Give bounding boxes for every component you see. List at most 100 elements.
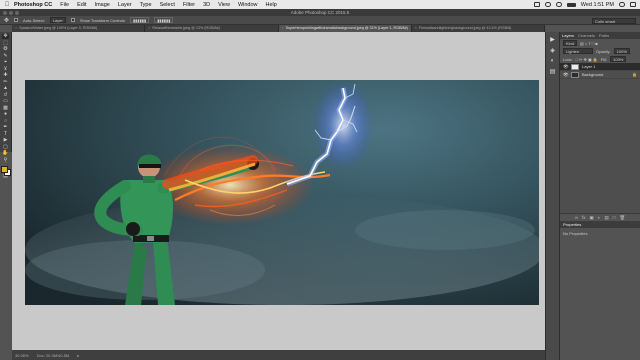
new-layer-icon[interactable]: □	[613, 215, 616, 220]
menu-select[interactable]: Select	[160, 2, 175, 8]
history-icon[interactable]: ▤	[550, 68, 556, 75]
status-bar: 30.96% Doc: 20.3M/40.5M ▸	[12, 350, 545, 360]
marquee-tool-icon[interactable]: ⬚	[2, 40, 9, 46]
menu-file[interactable]: File	[60, 2, 69, 8]
menu-3d[interactable]: 3D	[203, 2, 210, 8]
status-menu-arrow-icon[interactable]: ▸	[77, 353, 79, 358]
foreground-color-swatch[interactable]	[0, 166, 8, 173]
visibility-eye-icon[interactable]: 👁	[563, 72, 569, 78]
pen-tool-icon[interactable]: ✒	[2, 125, 9, 130]
visibility-eye-icon[interactable]: 👁	[563, 64, 569, 70]
tab-document-1[interactable]: × SplashofWater.jpeg @ 100% (Layer 0, RGB…	[12, 25, 146, 32]
menu-layer[interactable]: Layer	[118, 2, 132, 8]
close-tab-icon[interactable]: ×	[148, 26, 150, 30]
auto-select-checkbox[interactable]	[14, 18, 19, 22]
move-tool-preset-icon[interactable]: ✥	[4, 17, 9, 24]
menu-window[interactable]: Window	[238, 2, 258, 8]
distribute-buttons[interactable]: ▮▮▮▮▮▮	[154, 17, 174, 23]
add-mask-icon[interactable]: ▣	[590, 215, 594, 221]
zoom-window-button[interactable]	[15, 10, 19, 15]
notification-center-icon[interactable]	[630, 2, 636, 7]
layer-name[interactable]: Layer 1	[582, 64, 595, 69]
brush-tool-icon[interactable]: ✏	[2, 79, 9, 85]
canvas-area[interactable]	[12, 32, 545, 350]
document-info[interactable]: Doc: 20.3M/40.5M	[37, 353, 70, 358]
layer-row-layer-1[interactable]: 👁 Layer 1	[560, 63, 640, 71]
tab-label: SplashofWater.jpeg @ 100% (Layer 0, RGB/…	[19, 26, 98, 30]
dodge-tool-icon[interactable]: ○	[2, 118, 9, 124]
path-selection-tool-icon[interactable]: ▶	[2, 138, 9, 143]
adjustments-icon[interactable]: ◐	[551, 58, 555, 64]
blend-row: Lighten Opacity: 100%	[560, 47, 640, 55]
crop-tool-icon[interactable]: ⌖	[2, 60, 9, 65]
show-transform-checkbox[interactable]	[70, 18, 75, 22]
clone-stamp-tool-icon[interactable]: ▲	[2, 86, 9, 91]
link-layers-icon[interactable]: ∞	[575, 215, 578, 220]
menu-view[interactable]: View	[218, 2, 230, 8]
menu-edit[interactable]: Edit	[77, 2, 86, 8]
lock-icon: 🔒	[632, 72, 637, 77]
apple-icon[interactable]: 	[0, 2, 14, 8]
battery-icon[interactable]	[566, 2, 576, 7]
opacity-field[interactable]: 100%	[613, 48, 630, 54]
tab-document-2[interactable]: × Relaxwithmessele.jpeg @ 13% (RGB/8#)	[145, 25, 279, 32]
layer-row-background[interactable]: 👁 Background 🔒	[560, 71, 640, 79]
shape-tool-icon[interactable]: ▢	[2, 144, 9, 150]
layer-style-icon[interactable]: fx	[582, 215, 586, 220]
eraser-tool-icon[interactable]: ▭	[2, 99, 9, 104]
layer-kind-filter[interactable]: Kind	[563, 40, 578, 46]
delete-layer-icon[interactable]: 🗑	[619, 215, 625, 221]
filter-icons[interactable]: ▤ ○ T □ ■	[580, 41, 598, 46]
history-brush-tool-icon[interactable]: ↺	[2, 92, 9, 98]
layer-name[interactable]: Background	[582, 72, 603, 77]
align-buttons[interactable]: ▮▮▮▮▮▮	[129, 17, 150, 23]
eyedropper-tool-icon[interactable]: ⊻	[2, 66, 9, 72]
menubar-clock[interactable]: Wed 1:51 PM	[581, 2, 614, 8]
tab-label: Relaxwithmessele.jpeg @ 13% (RGB/8#)	[152, 26, 220, 30]
close-tab-icon[interactable]: ×	[415, 26, 417, 30]
tab-channels[interactable]: Channels	[578, 33, 595, 38]
menu-app-name[interactable]: Photoshop CC	[14, 2, 52, 8]
close-window-button[interactable]	[3, 10, 7, 15]
workspace-dropdown[interactable]: Colin smart	[592, 17, 636, 24]
blur-tool-icon[interactable]: ●	[2, 112, 9, 117]
layers-list: 👁 Layer 1 👁 Background 🔒	[560, 63, 640, 213]
lasso-tool-icon[interactable]: ❂	[2, 47, 9, 52]
properties-panel-header[interactable]: Properties	[560, 221, 640, 228]
adjustment-layer-icon[interactable]: ◐	[598, 215, 601, 220]
healing-brush-tool-icon[interactable]: ✚	[2, 73, 9, 78]
close-tab-icon[interactable]: ×	[15, 26, 17, 30]
new-group-icon[interactable]: ▤	[605, 215, 609, 221]
auto-select-target-dropdown[interactable]: Layer	[49, 17, 66, 23]
tab-document-4[interactable]: × Firewallsandlightningbackground.jpeg @ …	[412, 25, 545, 32]
properties-panel-body: No Properties	[560, 228, 640, 308]
document-tabs: × SplashofWater.jpeg @ 100% (Layer 0, RGB…	[12, 25, 545, 32]
type-tool-icon[interactable]: T	[2, 131, 9, 137]
blend-mode-dropdown[interactable]: Lighten	[563, 48, 593, 54]
menu-help[interactable]: Help	[266, 2, 277, 8]
move-tool-icon[interactable]: ✥	[2, 34, 9, 39]
creative-cloud-icon[interactable]	[533, 2, 540, 7]
zoom-level[interactable]: 30.96%	[15, 353, 29, 358]
tab-layers[interactable]: Layers	[562, 33, 574, 38]
close-tab-icon[interactable]: ×	[282, 26, 284, 30]
volume-icon[interactable]	[555, 2, 562, 7]
zoom-tool-icon[interactable]: ⚲	[2, 157, 9, 163]
lock-icons[interactable]: □ ✏ ✥ ▣ 🔒	[576, 57, 598, 62]
spotlight-search-icon[interactable]	[619, 2, 625, 7]
fill-field[interactable]: 100%	[610, 56, 627, 62]
menu-filter[interactable]: Filter	[183, 2, 195, 8]
tab-document-3[interactable]: × Superheropointingwithdramaticbackground…	[278, 25, 412, 32]
menu-type[interactable]: Type	[140, 2, 152, 8]
quick-select-tool-icon[interactable]: ✎	[2, 53, 9, 59]
document-canvas[interactable]	[25, 80, 539, 305]
minimize-window-button[interactable]	[9, 10, 13, 15]
hand-tool-icon[interactable]: ✋	[2, 151, 9, 156]
gradient-tool-icon[interactable]: ▩	[2, 105, 9, 111]
color-wheel-icon[interactable]: ◈	[550, 47, 555, 54]
menubar-status: Wed 1:51 PM	[533, 0, 636, 9]
wifi-icon[interactable]	[544, 2, 551, 7]
play-actions-icon[interactable]: ▶	[550, 36, 555, 43]
tab-paths[interactable]: Paths	[599, 33, 609, 38]
menu-image[interactable]: Image	[95, 2, 110, 8]
